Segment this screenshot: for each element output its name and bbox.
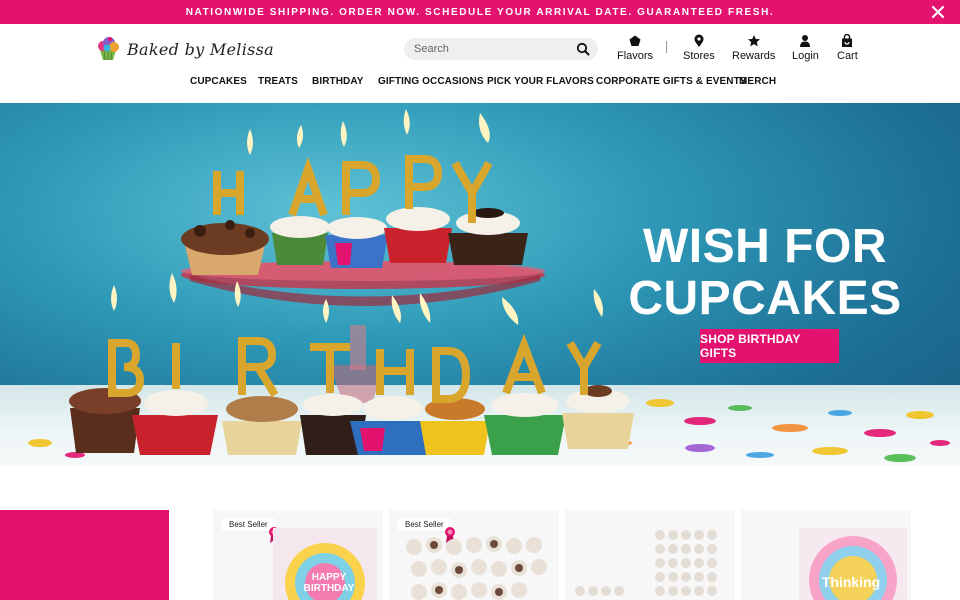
search-bar[interactable] <box>404 38 598 60</box>
stores-link[interactable]: Stores <box>683 34 715 62</box>
shop-birthday-gifts-button[interactable]: SHOP BIRTHDAY GIFTS <box>700 329 839 363</box>
cupcake-logo-icon <box>98 37 119 61</box>
product-card[interactable] <box>565 510 735 600</box>
rewards-link[interactable]: Rewards <box>732 34 775 62</box>
best-seller-badge: Best Seller <box>398 518 451 531</box>
product-card[interactable]: Best Seller <box>389 510 559 600</box>
hero-headline: WISH FOR CUPCAKES <box>620 221 910 325</box>
best-seller-badge: Best Seller <box>222 518 275 531</box>
map-pin-icon <box>694 34 704 47</box>
cart-link[interactable]: Cart <box>837 34 858 62</box>
promo-bar: NATIONWIDE SHIPPING. ORDER NOW. SCHEDULE… <box>0 0 960 24</box>
close-icon[interactable] <box>930 4 946 20</box>
product-card[interactable]: Thinking <box>741 510 911 600</box>
logo[interactable]: Baked by Melissa <box>95 36 274 62</box>
pentagon-icon <box>629 35 641 46</box>
nav-merch[interactable]: MERCH <box>739 76 776 87</box>
flavors-link[interactable]: Flavors <box>617 34 653 62</box>
nav-treats[interactable]: TREATS <box>258 76 298 87</box>
product-box-text: HAPPY BIRTHDAY <box>303 572 355 594</box>
hero-headline-line2: CUPCAKES <box>628 272 902 325</box>
login-link[interactable]: Login <box>792 34 819 62</box>
nav-pick-your-flavors[interactable]: PICK YOUR FLAVORS <box>487 76 594 87</box>
promo-tile[interactable] <box>0 510 169 600</box>
main-nav: CUPCAKES TREATS BIRTHDAY GIFTING OCCASIO… <box>0 76 960 92</box>
stores-label: Stores <box>683 50 715 62</box>
star-icon <box>747 35 760 47</box>
product-card[interactable]: Best Seller HAPPY BIRTHDAY <box>213 510 383 600</box>
hero-headline-line1: WISH FOR <box>643 220 887 273</box>
search-input[interactable] <box>414 43 576 55</box>
search-icon[interactable] <box>576 42 590 56</box>
nav-cupcakes[interactable]: CUPCAKES <box>190 76 247 87</box>
bag-icon <box>842 34 853 47</box>
cart-label: Cart <box>837 50 858 62</box>
utility-divider <box>666 41 667 53</box>
rewards-label: Rewards <box>732 50 776 62</box>
promo-text: NATIONWIDE SHIPPING. ORDER NOW. SCHEDULE… <box>185 6 775 18</box>
flavors-label: Flavors <box>617 50 654 62</box>
cupcake-assortment-image <box>406 536 547 600</box>
hero-banner[interactable]: WISH FOR CUPCAKES SHOP BIRTHDAY GIFTS <box>0 103 960 465</box>
product-box-text: Thinking <box>821 574 881 590</box>
site-header: Baked by Melissa Flavors Stores Rewards <box>0 24 960 103</box>
login-label: Login <box>792 50 819 62</box>
nav-corporate-gifts[interactable]: CORPORATE GIFTS & EVENTS <box>596 76 747 87</box>
cupcake-tray-image <box>575 530 717 596</box>
user-icon <box>800 35 811 47</box>
nav-birthday[interactable]: BIRTHDAY <box>312 76 364 87</box>
logo-text: Baked by Melissa <box>127 39 275 59</box>
nav-gifting-occasions[interactable]: GIFTING OCCASIONS <box>378 76 484 87</box>
